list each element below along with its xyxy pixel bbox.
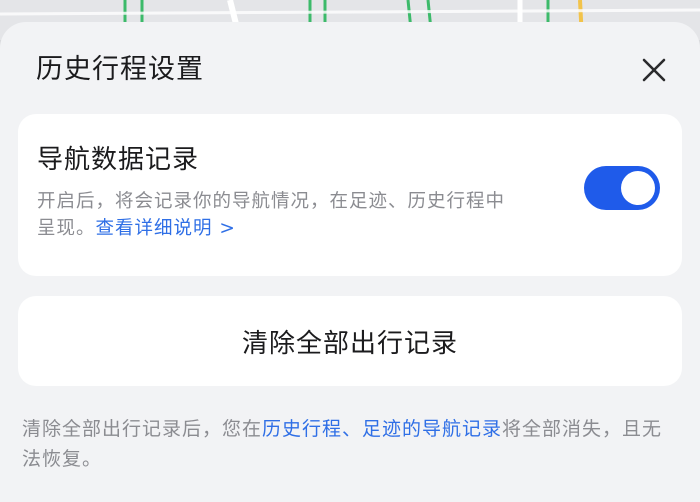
close-icon	[642, 58, 666, 82]
close-button[interactable]	[636, 52, 672, 88]
navigation-record-toggle[interactable]	[584, 166, 660, 210]
history-trip-settings-sheet: 历史行程设置 导航数据记录 开启后，将会记录你的导航情况，在足迹、历史行程中呈现…	[0, 22, 700, 502]
toggle-knob	[621, 171, 655, 205]
clear-warning-prefix: 清除全部出行记录后，您在	[22, 418, 263, 440]
clear-all-records-button[interactable]: 清除全部出行记录	[18, 296, 682, 386]
clear-warning-note: 清除全部出行记录后，您在历史行程、足迹的导航记录将全部消失，且无法恢复。	[22, 414, 682, 474]
history-footprint-link[interactable]: 历史行程、足迹的导航记录	[262, 418, 502, 440]
navigation-record-card: 导航数据记录 开启后，将会记录你的导航情况，在足迹、历史行程中呈现。查看详细说明…	[18, 114, 682, 276]
navigation-record-description: 开启后，将会记录你的导航情况，在足迹、历史行程中呈现。查看详细说明 >	[37, 188, 517, 242]
navigation-record-title: 导航数据记录	[37, 145, 200, 175]
view-details-link[interactable]: 查看详细说明 >	[96, 218, 236, 239]
sheet-header: 历史行程设置	[0, 22, 700, 118]
clear-all-records-label: 清除全部出行记录	[241, 328, 458, 359]
sheet-title: 历史行程设置	[36, 54, 204, 85]
